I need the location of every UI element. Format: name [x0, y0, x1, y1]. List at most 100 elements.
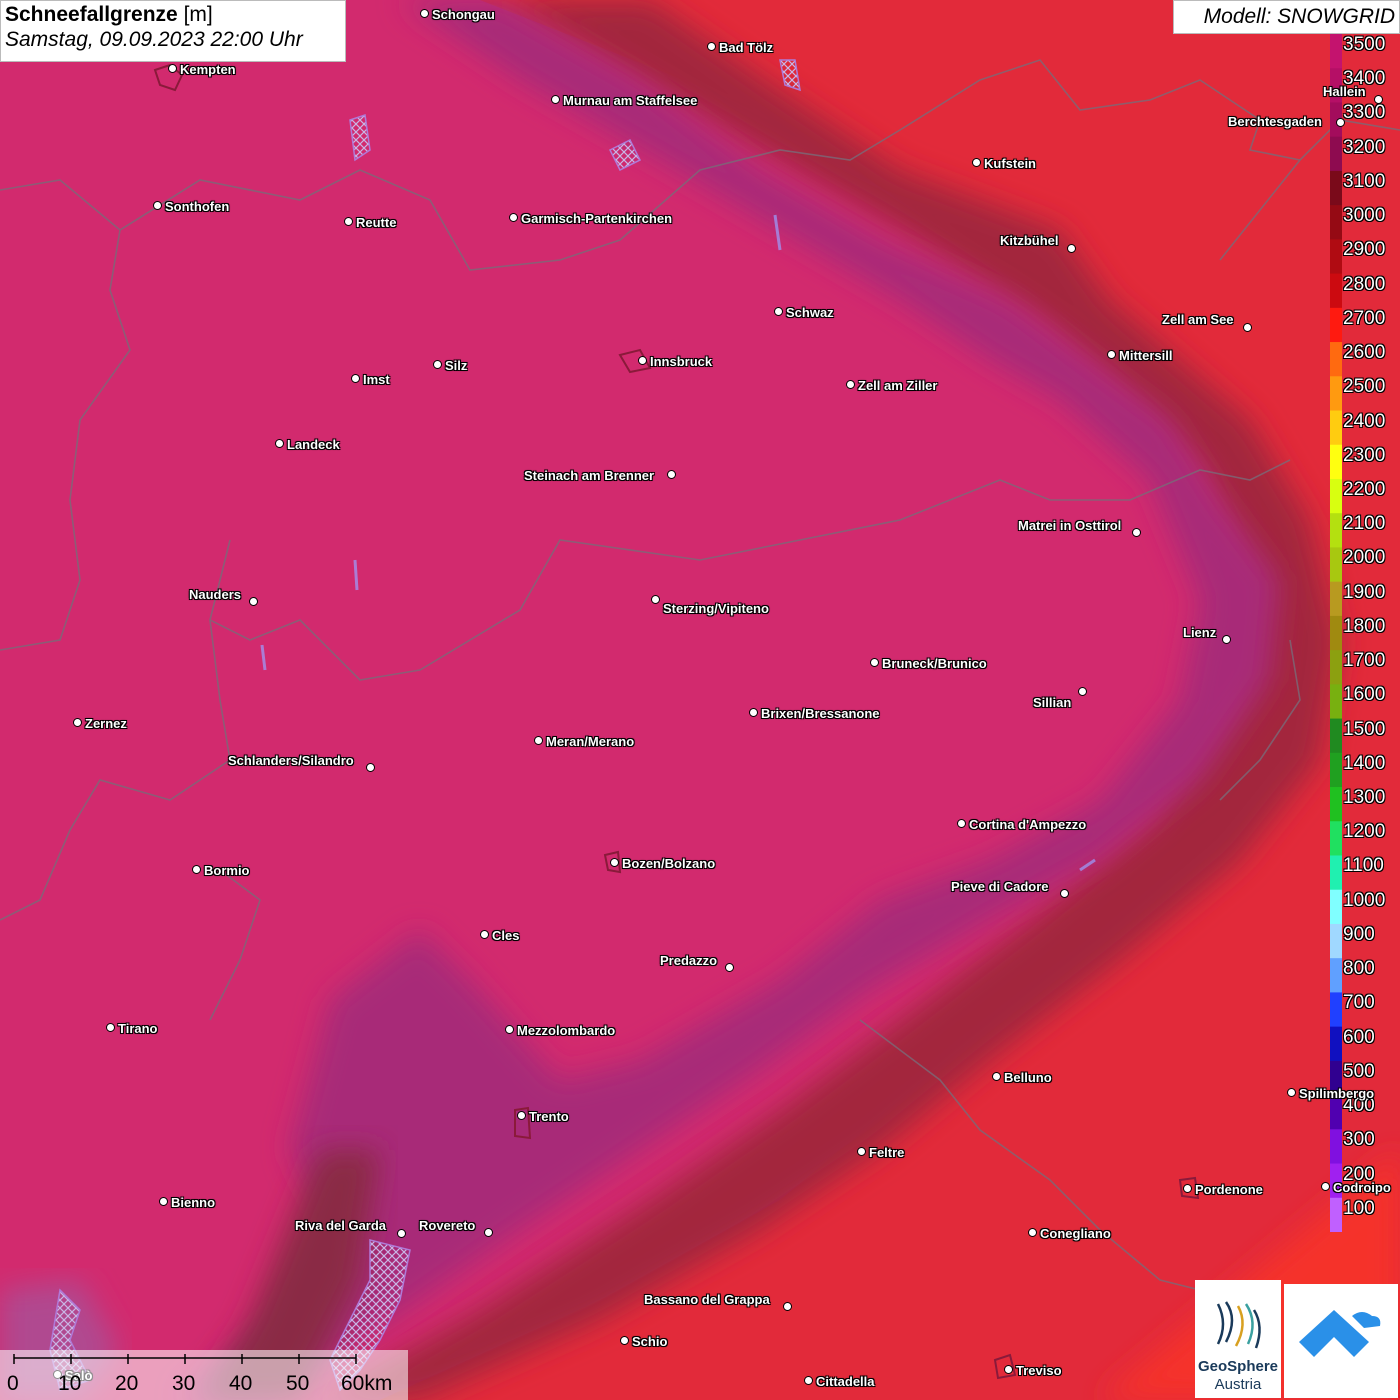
- geosphere-logo[interactable]: GeoSphere Austria: [1195, 1280, 1281, 1398]
- city-label: Trento: [529, 1109, 569, 1124]
- city-marker[interactable]: [972, 158, 981, 167]
- legend-swatch: [1330, 273, 1342, 309]
- city-marker[interactable]: [620, 1336, 629, 1345]
- city-marker[interactable]: [667, 470, 676, 479]
- city-marker[interactable]: [1107, 350, 1116, 359]
- city-label: Reutte: [356, 215, 397, 230]
- city-marker[interactable]: [505, 1025, 514, 1034]
- title-datetime: Samstag, 09.09.2023 22:00 Uhr: [5, 28, 303, 51]
- legend-swatch: [1330, 752, 1342, 788]
- city-marker[interactable]: [509, 213, 518, 222]
- legend-colorbar: [1330, 34, 1342, 1232]
- legend-swatch: [1330, 923, 1342, 959]
- geosphere-logo-line1: GeoSphere: [1197, 1358, 1279, 1375]
- legend-label: 2600: [1343, 342, 1386, 364]
- scalebar-label-0: 0: [7, 1372, 19, 1395]
- city-label: Lienz: [1183, 625, 1217, 640]
- legend-label: 1800: [1343, 615, 1386, 637]
- city-marker[interactable]: [397, 1229, 406, 1238]
- city-label: Belluno: [1004, 1070, 1052, 1085]
- city-marker[interactable]: [275, 439, 284, 448]
- city-label: Landeck: [287, 437, 340, 452]
- city-marker[interactable]: [774, 307, 783, 316]
- city-marker[interactable]: [551, 95, 560, 104]
- legend-label: 2000: [1343, 547, 1386, 569]
- legend-label: 3300: [1343, 102, 1386, 124]
- city-marker[interactable]: [168, 64, 177, 73]
- city-marker[interactable]: [1067, 244, 1076, 253]
- city-label: Feltre: [869, 1145, 905, 1160]
- city-label: Meran/Merano: [546, 734, 635, 749]
- city-marker[interactable]: [1287, 1088, 1296, 1097]
- city-marker[interactable]: [1336, 118, 1345, 127]
- city-marker[interactable]: [1078, 687, 1087, 696]
- city-label: Mittersill: [1119, 348, 1173, 363]
- city-label: Bruneck/Brunico: [882, 656, 987, 671]
- legend-label: 3500: [1343, 34, 1386, 55]
- city-marker[interactable]: [783, 1302, 792, 1311]
- city-label: Zernez: [85, 716, 127, 731]
- city-marker[interactable]: [106, 1023, 115, 1032]
- city-marker[interactable]: [1183, 1184, 1192, 1193]
- app-logo-icon: [1299, 1310, 1381, 1357]
- legend-label: 700: [1343, 992, 1375, 1014]
- legend-swatch: [1330, 1129, 1342, 1165]
- city-marker[interactable]: [534, 736, 543, 745]
- city-label: Matrei in Osttirol: [1018, 518, 1122, 533]
- legend-swatch: [1330, 170, 1342, 206]
- city-label: Pieve di Cadore: [951, 879, 1049, 894]
- city-marker[interactable]: [517, 1111, 526, 1120]
- city-marker[interactable]: [192, 865, 201, 874]
- city-marker[interactable]: [638, 356, 647, 365]
- city-label: Treviso: [1016, 1363, 1062, 1378]
- city-marker[interactable]: [846, 380, 855, 389]
- city-marker[interactable]: [651, 595, 660, 604]
- city-marker[interactable]: [484, 1228, 493, 1237]
- legend-swatch: [1330, 34, 1342, 69]
- city-marker[interactable]: [1060, 889, 1069, 898]
- legend-label: 1300: [1343, 787, 1386, 809]
- city-marker[interactable]: [351, 374, 360, 383]
- city-marker[interactable]: [707, 42, 716, 51]
- city-marker[interactable]: [480, 930, 489, 939]
- legend-label: 2300: [1343, 444, 1386, 466]
- legend-swatch: [1330, 342, 1342, 377]
- city-label: Berchtesgaden: [1228, 114, 1322, 129]
- city-marker[interactable]: [749, 708, 758, 717]
- city-marker[interactable]: [344, 217, 353, 226]
- city-label: Nauders: [189, 587, 242, 602]
- city-marker[interactable]: [610, 858, 619, 867]
- legend-swatch: [1330, 889, 1342, 925]
- city-label: Schio: [632, 1334, 668, 1349]
- city-marker[interactable]: [870, 658, 879, 667]
- app-logo[interactable]: [1284, 1284, 1398, 1398]
- legend-label: 2900: [1343, 239, 1386, 261]
- city-marker[interactable]: [153, 201, 162, 210]
- city-label: Zell am See: [1162, 312, 1234, 327]
- legend-label: 800: [1343, 958, 1375, 980]
- city-marker[interactable]: [1028, 1228, 1037, 1237]
- city-marker[interactable]: [73, 718, 82, 727]
- city-marker[interactable]: [433, 360, 442, 369]
- city-marker[interactable]: [804, 1376, 813, 1385]
- city-marker[interactable]: [1321, 1182, 1330, 1191]
- city-marker[interactable]: [366, 763, 375, 772]
- city-label: Kufstein: [984, 156, 1036, 171]
- city-label: Murnau am Staffelsee: [563, 93, 698, 108]
- city-marker[interactable]: [249, 597, 258, 606]
- city-label: Brixen/Bressanone: [761, 706, 880, 721]
- legend-label: 1600: [1343, 684, 1386, 706]
- city-marker[interactable]: [1004, 1365, 1013, 1374]
- scalebar-label-10: 10: [58, 1372, 82, 1395]
- city-marker[interactable]: [1374, 95, 1383, 104]
- city-marker[interactable]: [957, 819, 966, 828]
- city-marker[interactable]: [420, 9, 429, 18]
- city-marker[interactable]: [1243, 323, 1252, 332]
- city-marker[interactable]: [159, 1197, 168, 1206]
- city-marker[interactable]: [1132, 528, 1141, 537]
- city-marker[interactable]: [857, 1147, 866, 1156]
- city-marker[interactable]: [992, 1072, 1001, 1081]
- city-marker[interactable]: [1222, 635, 1231, 644]
- city-marker[interactable]: [725, 963, 734, 972]
- scalebar-label-50: 50: [286, 1372, 310, 1395]
